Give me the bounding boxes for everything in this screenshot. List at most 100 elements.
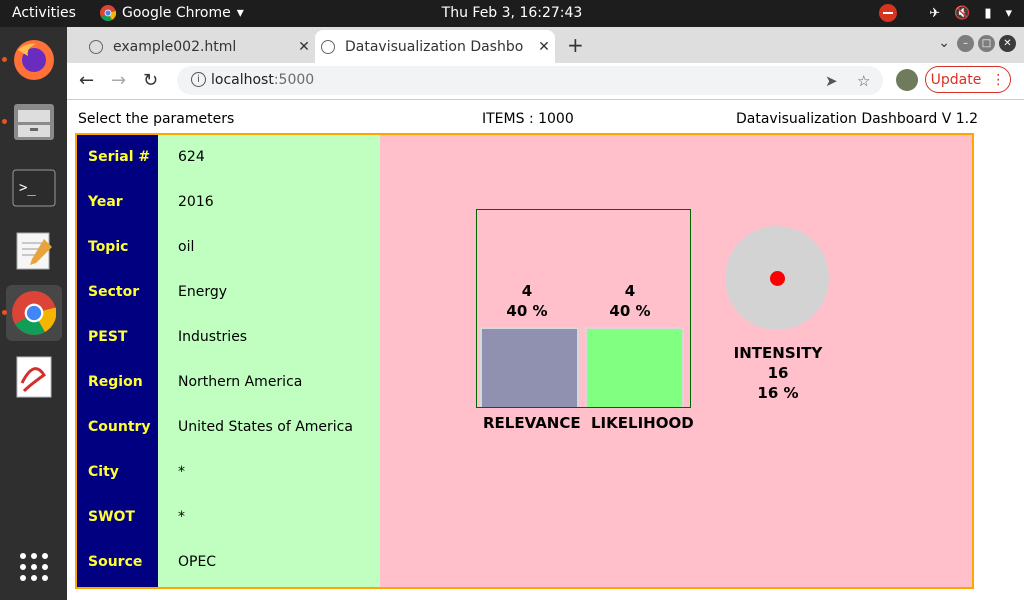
running-indicator <box>2 57 7 62</box>
update-button[interactable]: Update ⋮ <box>925 66 1011 93</box>
parameters-table: Serial # 624 Year 2016 Topic oil Sector Ener… <box>75 133 384 589</box>
close-icon[interactable]: ✕ <box>293 39 315 55</box>
tab-search-button[interactable]: ⌄ <box>938 35 950 51</box>
url-text[interactable]: localhost:5000 <box>211 72 314 88</box>
relevance-data-label: 4 40 % <box>497 281 557 321</box>
tab-strip: example002.html ✕ Datavisualization Dash… <box>67 27 1024 63</box>
volume-muted-icon: 🔇 <box>954 5 971 21</box>
back-button[interactable]: ← <box>79 70 94 91</box>
forward-button[interactable]: → <box>111 70 126 91</box>
svg-text:>_: >_ <box>19 180 36 196</box>
battery-icon: ▮ <box>984 5 992 21</box>
row-label: Year <box>88 194 123 210</box>
likelihood-axis-label: LIKELIHOOD <box>591 414 694 432</box>
maximize-button[interactable]: □ <box>978 35 995 52</box>
select-parameters-heading: Select the parameters <box>78 111 235 127</box>
relevance-bar <box>480 327 579 407</box>
chrome-icon <box>12 291 56 335</box>
visualization-panel: 4 40 % 4 40 % RELEVANCE LIKELIHOOD INTEN… <box>380 133 974 589</box>
do-not-disturb-icon[interactable] <box>879 4 898 22</box>
close-icon[interactable]: ✕ <box>533 39 555 55</box>
info-icon[interactable]: i <box>191 72 206 87</box>
table-row: Country United States of America <box>77 405 382 450</box>
new-tab-button[interactable]: + <box>567 33 584 57</box>
table-row: SWOT * <box>77 495 382 540</box>
text-editor-icon <box>16 232 52 270</box>
running-indicator <box>2 119 7 124</box>
likelihood-percent: 40 % <box>609 302 651 320</box>
table-row: Source OPEC <box>77 540 382 585</box>
row-label: Serial # <box>88 149 151 165</box>
close-window-button[interactable]: ✕ <box>999 35 1016 52</box>
file-cabinet-icon <box>14 104 54 140</box>
app-grid-icon <box>20 553 48 581</box>
pdf-viewer-icon <box>16 356 52 398</box>
more-menu-icon: ⋮ <box>991 71 1006 88</box>
reload-button[interactable]: ↻ <box>143 70 158 91</box>
airplane-icon: ✈ <box>929 5 941 21</box>
row-label: Country <box>88 419 151 435</box>
system-top-bar: Activities Google Chrome ▾ Thu Feb 3, 16… <box>0 0 1024 27</box>
relevance-percent: 40 % <box>506 302 548 320</box>
chevron-down-icon: ▾ <box>1005 5 1012 21</box>
document-viewer-launcher[interactable] <box>6 349 62 405</box>
clock[interactable]: Thu Feb 3, 16:27:43 <box>0 5 1024 21</box>
likelihood-value: 4 <box>624 282 636 300</box>
row-value: Energy <box>178 284 228 300</box>
bar-chart: 4 40 % 4 40 % <box>476 209 691 408</box>
address-bar[interactable]: i localhost:5000 ➤ ☆ <box>177 66 883 95</box>
row-value: United States of America <box>178 419 353 435</box>
table-row: Sector Energy <box>77 270 382 315</box>
row-label: SWOT <box>88 509 135 525</box>
intensity-dot <box>770 271 785 286</box>
send-icon[interactable]: ➤ <box>825 72 838 90</box>
row-value: oil <box>178 239 195 255</box>
table-row: Topic oil <box>77 225 382 270</box>
bookmark-star-icon[interactable]: ☆ <box>857 72 870 90</box>
table-row: Serial # 624 <box>77 135 382 180</box>
table-row: City * <box>77 450 382 495</box>
chrome-launcher[interactable] <box>6 285 62 341</box>
table-row: PEST Industries <box>77 315 382 360</box>
items-count: ITEMS : 1000 <box>482 111 574 127</box>
likelihood-data-label: 4 40 % <box>600 281 660 321</box>
table-row: Year 2016 <box>77 180 382 225</box>
text-editor-launcher[interactable] <box>6 222 62 278</box>
table-row: Region Northern America <box>77 360 382 405</box>
minimize-button[interactable]: – <box>957 35 974 52</box>
row-label: PEST <box>88 329 128 345</box>
tab-dashboard[interactable]: Datavisualization Dashbo ✕ <box>315 30 555 63</box>
row-label: Region <box>88 374 143 390</box>
running-indicator <box>2 310 7 315</box>
window-controls: – □ ✕ <box>957 35 1016 52</box>
row-value: * <box>178 464 185 480</box>
page-content: Select the parameters ITEMS : 1000 Datav… <box>67 100 1024 600</box>
relevance-axis-label: RELEVANCE <box>483 414 581 432</box>
row-label: Sector <box>88 284 140 300</box>
row-label: Source <box>88 554 143 570</box>
intensity-percent: 16 % <box>757 384 799 402</box>
tab-title: example002.html <box>113 38 237 55</box>
tab-title: Datavisualization Dashbo <box>345 38 524 55</box>
terminal-launcher[interactable]: >_ <box>6 160 62 216</box>
show-applications-button[interactable] <box>6 539 62 595</box>
intensity-gauge <box>725 226 829 330</box>
tab-example002[interactable]: example002.html ✕ <box>83 30 315 63</box>
row-value: 2016 <box>178 194 214 210</box>
row-value: Industries <box>178 329 248 345</box>
intensity-label: INTENSITY <box>733 344 823 362</box>
row-value: Northern America <box>178 374 303 390</box>
firefox-icon <box>14 40 54 80</box>
row-label: Topic <box>88 239 129 255</box>
browser-toolbar: ← → ↻ i localhost:5000 ➤ ☆ Update ⋮ <box>67 63 1024 100</box>
globe-icon <box>89 39 103 54</box>
firefox-launcher[interactable] <box>6 32 62 88</box>
intensity-value: 16 <box>767 364 789 382</box>
dock: >_ <box>0 27 67 600</box>
row-value: 624 <box>178 149 205 165</box>
row-label: City <box>88 464 119 480</box>
files-launcher[interactable] <box>6 94 62 150</box>
system-tray[interactable]: ✈ 🔇 ▮ ▾ <box>879 4 1012 22</box>
profile-avatar[interactable] <box>896 69 918 91</box>
globe-icon <box>321 39 335 54</box>
